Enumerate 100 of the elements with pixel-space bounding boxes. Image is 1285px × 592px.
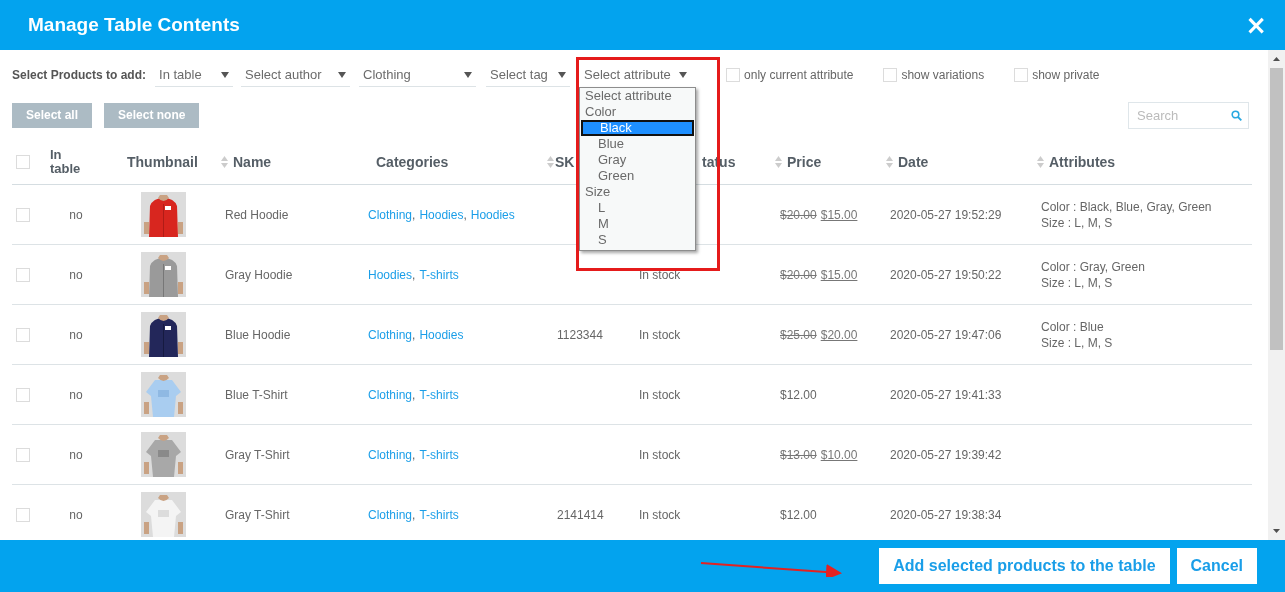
category-link[interactable]: Clothing: [368, 447, 413, 462]
dropdown-option[interactable]: M: [581, 216, 694, 232]
checkbox[interactable]: [16, 507, 30, 522]
filter-select[interactable]: Select author: [241, 63, 351, 87]
category-link[interactable]: T-shirts: [419, 267, 459, 282]
comma-separator: ,: [412, 387, 416, 402]
column-header[interactable]: Date: [898, 154, 929, 170]
comma-separator: ,: [412, 327, 416, 342]
table-cell: no: [69, 327, 83, 342]
table-cell: 2141414: [557, 507, 604, 522]
dropdown-option[interactable]: Size: [581, 184, 694, 200]
table-cell: no: [69, 387, 83, 402]
column-header[interactable]: In table: [50, 148, 90, 176]
column-header[interactable]: Price: [787, 154, 822, 170]
category-link[interactable]: Clothing: [368, 387, 413, 402]
sort-icon[interactable]: [221, 156, 228, 168]
cancel-button[interactable]: Cancel: [1176, 548, 1257, 584]
dropdown-option[interactable]: Black: [581, 120, 694, 136]
dropdown-option[interactable]: Blue: [581, 136, 694, 152]
table-cell: 2020-05-27 19:50:22: [890, 267, 1002, 282]
category-link[interactable]: Clothing: [368, 327, 413, 342]
table-cell: Blue Hoodie: [225, 327, 291, 342]
add-products-button[interactable]: Add selected products to the table: [879, 548, 1170, 584]
table-cell: Gray Hoodie: [225, 267, 293, 282]
comma-separator: ,: [412, 267, 416, 282]
checkbox[interactable]: [16, 267, 30, 282]
table-cell: Red Hoodie: [225, 207, 289, 222]
dropdown-option[interactable]: L: [581, 200, 694, 216]
close-button[interactable]: ×: [1243, 13, 1269, 37]
checkbox-label: show private: [1032, 68, 1100, 82]
dropdown-option[interactable]: Green: [581, 168, 694, 184]
checkbox[interactable]: [16, 207, 30, 222]
dropdown-option[interactable]: Gray: [581, 152, 694, 168]
dropdown-option[interactable]: S: [581, 232, 694, 248]
filter-select[interactable]: Select attribute: [580, 63, 711, 87]
sale-price: $10.00: [820, 447, 858, 462]
table-cell: Blue T-Shirt: [225, 387, 288, 402]
category-link[interactable]: Hoodies: [470, 207, 515, 222]
attribute-line: Size : L, M, S: [1041, 274, 1113, 291]
old-price: $20.00: [780, 267, 817, 282]
column-header[interactable]: Categories: [376, 154, 449, 170]
table-cell: Gray T-Shirt: [225, 507, 290, 522]
checkbox[interactable]: [16, 447, 30, 462]
old-price: $13.00: [780, 447, 817, 462]
attribute-line: Color : Blue: [1041, 318, 1104, 335]
checkbox[interactable]: [16, 155, 30, 169]
checkbox[interactable]: [16, 387, 30, 402]
column-header[interactable]: Name: [233, 154, 272, 170]
table-cell: In stock: [639, 387, 681, 402]
table-cell: In stock: [639, 447, 681, 462]
dropdown-option[interactable]: Color: [581, 104, 694, 120]
comma-separator: ,: [412, 447, 416, 462]
checkbox[interactable]: [726, 68, 741, 82]
table-cell: 1123344: [557, 327, 603, 342]
table-cell: 2020-05-27 19:47:06: [890, 327, 1002, 342]
dropdown-option[interactable]: Select attribute: [581, 88, 694, 104]
category-link[interactable]: T-shirts: [419, 507, 459, 522]
table-cell: no: [69, 207, 83, 222]
table-cell: $12.00: [780, 387, 817, 402]
filter-label: Select Products to add:: [12, 68, 147, 82]
table-cell: In stock: [639, 267, 681, 282]
table-cell: 2020-05-27 19:39:42: [890, 447, 1002, 462]
category-link[interactable]: Hoodies: [419, 327, 464, 342]
attribute-line: Size : L, M, S: [1041, 214, 1113, 231]
column-header[interactable]: Attributes: [1049, 154, 1116, 170]
sort-icon[interactable]: [1037, 156, 1044, 168]
checkbox[interactable]: [883, 68, 898, 82]
category-link[interactable]: T-shirts: [419, 447, 459, 462]
sale-price: $20.00: [820, 327, 858, 342]
table-cell: no: [69, 447, 83, 462]
table-cell: $12.00: [780, 507, 817, 522]
sort-icon[interactable]: [886, 156, 893, 168]
sort-icon[interactable]: [775, 156, 782, 168]
category-link[interactable]: Clothing: [368, 507, 413, 522]
category-link[interactable]: T-shirts: [419, 387, 459, 402]
table-cell: 2020-05-27 19:38:34: [890, 507, 1002, 522]
scrollbar-thumb[interactable]: [1270, 68, 1283, 350]
sort-icon[interactable]: [547, 156, 554, 168]
filter-select[interactable]: Select tag: [486, 63, 571, 87]
table-cell: In stock: [639, 327, 681, 342]
caret-icon: [338, 71, 347, 78]
scrollbar[interactable]: [1268, 50, 1285, 540]
checkbox[interactable]: [16, 327, 30, 342]
attribute-line: Color : Black, Blue, Gray, Green: [1041, 198, 1212, 215]
filter-select[interactable]: Clothing: [359, 63, 477, 87]
search-icon: [1231, 109, 1242, 121]
table-cell: 2020-05-27 19:52:29: [890, 207, 1002, 222]
old-price: $20.00: [780, 207, 817, 222]
comma-separator: ,: [412, 507, 416, 522]
search-field[interactable]: Search: [1128, 101, 1249, 129]
caret-icon: [464, 71, 473, 78]
table-cell: In stock: [639, 507, 681, 522]
checkbox[interactable]: [1014, 68, 1029, 82]
table-cell: no: [69, 507, 83, 522]
filter-select[interactable]: In table: [155, 63, 234, 87]
attribute-line: Size : L, M, S: [1041, 334, 1113, 351]
checkbox-label: show variations: [901, 68, 985, 82]
category-link[interactable]: Clothing: [368, 207, 413, 222]
column-header[interactable]: Thumbnail: [127, 154, 198, 170]
column-header[interactable]: SK: [555, 154, 575, 170]
